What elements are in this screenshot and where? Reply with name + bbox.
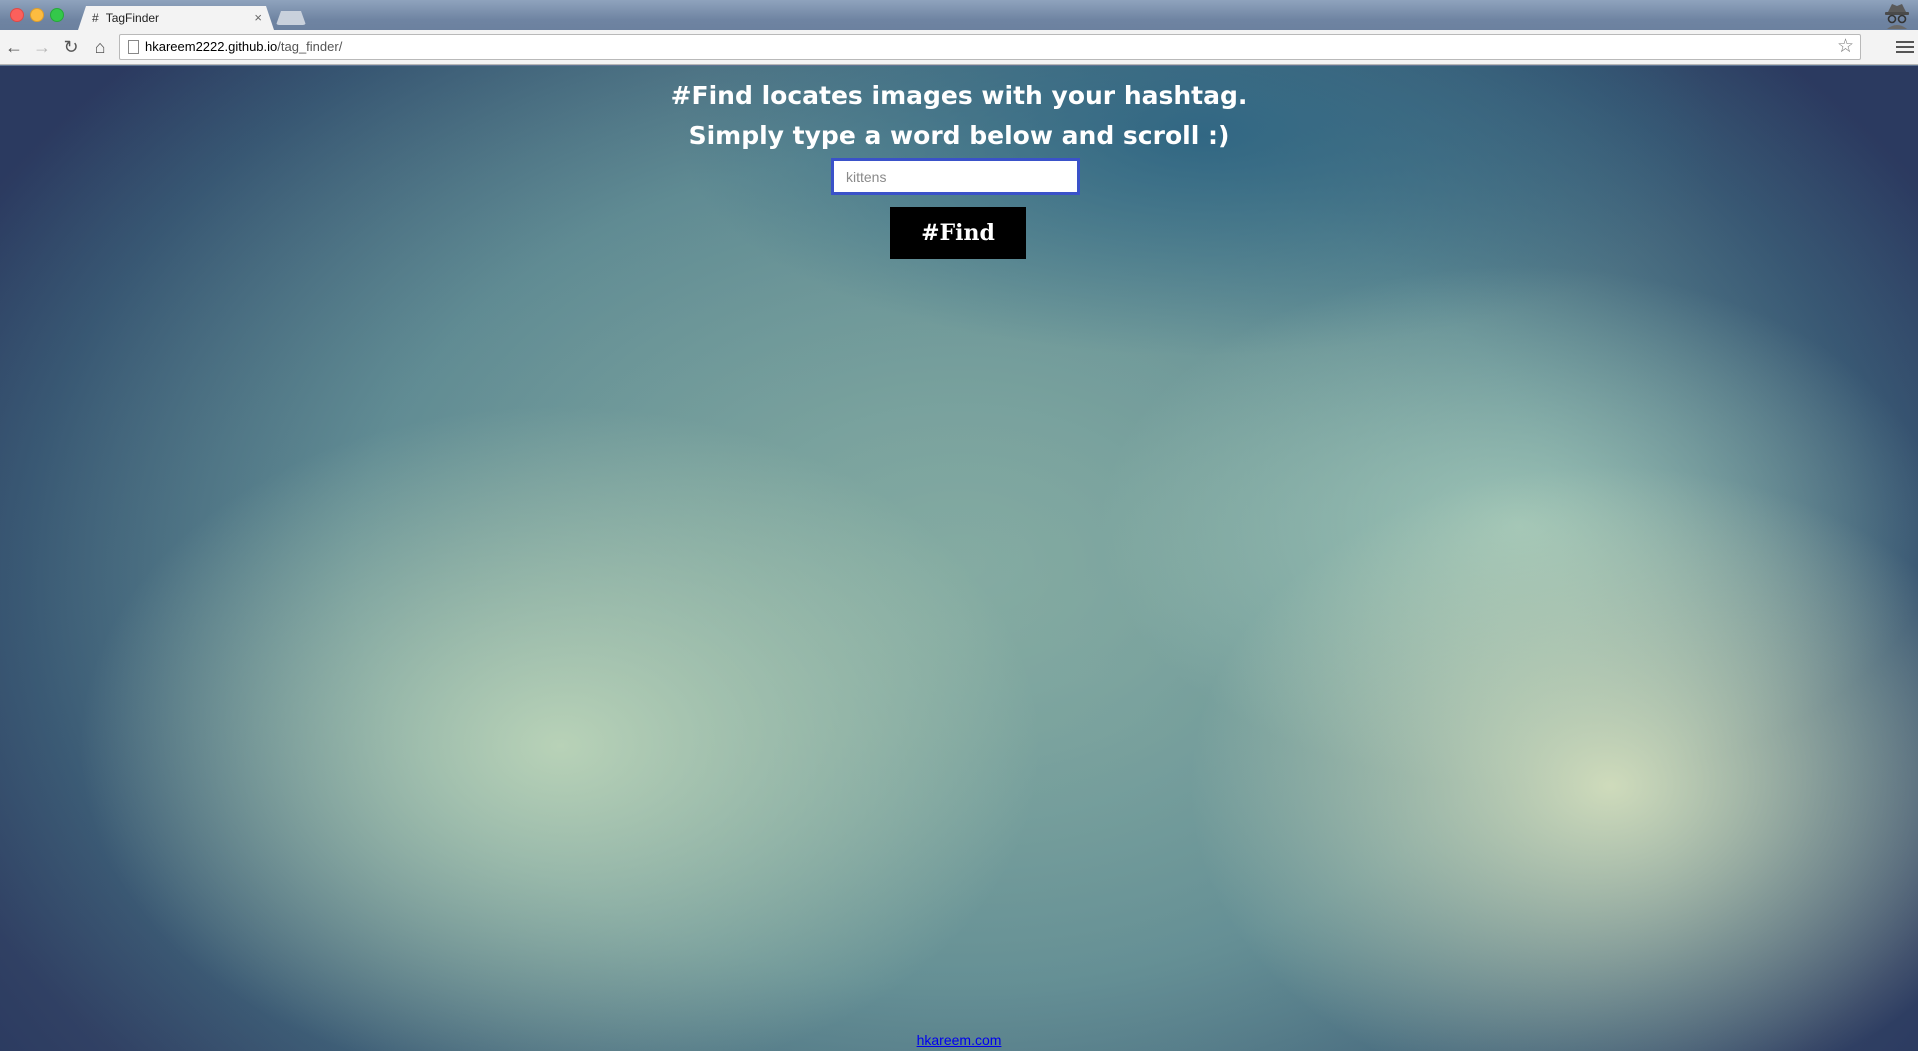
forward-arrow-icon[interactable]: → [30, 35, 54, 59]
minimize-window-button[interactable] [30, 8, 44, 22]
browser-toolbar: ← → ↻ ⌂ hkareem2222.github.io/tag_finder… [0, 30, 1918, 65]
hash-icon: # [92, 11, 99, 25]
browser-chrome: # TagFinder × ← → ↻ ⌂ hkareem2222.github… [0, 0, 1918, 66]
new-tab-button[interactable] [276, 11, 306, 25]
headline: #Find locates images with your hashtag. … [0, 76, 1918, 156]
hashtag-search-input[interactable] [831, 158, 1080, 195]
back-arrow-icon[interactable]: ← [2, 35, 26, 59]
tab-title: TagFinder [105, 11, 160, 25]
footer: hkareem.com [0, 1032, 1918, 1048]
address-bar[interactable]: hkareem2222.github.io/tag_finder/ ☆ [119, 34, 1861, 60]
page-content: #Find locates images with your hashtag. … [0, 66, 1918, 1051]
incognito-icon [1882, 1, 1912, 29]
home-icon[interactable]: ⌂ [88, 35, 112, 59]
menu-icon[interactable] [1896, 37, 1914, 57]
find-button[interactable]: #Find [890, 207, 1026, 259]
page-icon [128, 40, 139, 54]
url-path: /tag_finder/ [277, 39, 343, 54]
tab-close-icon[interactable]: × [254, 10, 262, 25]
footer-link[interactable]: hkareem.com [917, 1032, 1002, 1048]
close-window-button[interactable] [10, 8, 24, 22]
zoom-window-button[interactable] [50, 8, 64, 22]
reload-icon[interactable]: ↻ [59, 35, 83, 59]
headline-line-1: #Find locates images with your hashtag. [670, 81, 1248, 110]
headline-line-2: Simply type a word below and scroll :) [688, 121, 1230, 150]
url-host: hkareem2222.github.io [145, 39, 278, 54]
bookmark-star-icon[interactable]: ☆ [1837, 35, 1854, 58]
browser-tab[interactable]: # TagFinder × [78, 6, 274, 30]
url-text[interactable]: hkareem2222.github.io/tag_finder/ [145, 39, 342, 54]
